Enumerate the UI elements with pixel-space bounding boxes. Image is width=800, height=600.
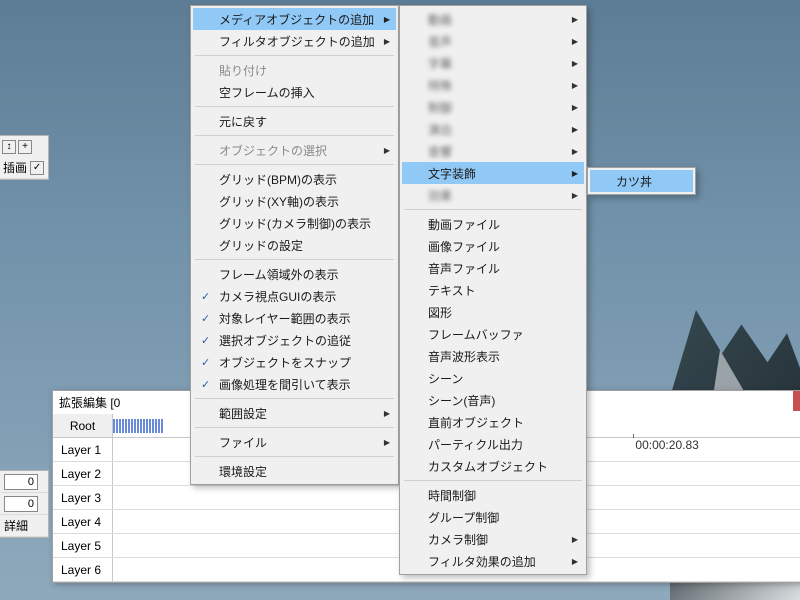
menu-movie-file[interactable]: 動画ファイル	[402, 213, 584, 235]
menu-blurred-item[interactable]: 演出	[402, 118, 584, 140]
menu-audio-file[interactable]: 音声ファイル	[402, 257, 584, 279]
menu-camera-gui[interactable]: カメラ視点GUIの表示	[193, 285, 396, 307]
root-button[interactable]: Root	[53, 414, 113, 437]
menu-particle-output[interactable]: パーティクル出力	[402, 433, 584, 455]
menu-katsudon[interactable]: カツ丼	[590, 170, 693, 192]
menu-shape[interactable]: 図形	[402, 301, 584, 323]
menu-custom-object[interactable]: カスタムオブジェクト	[402, 455, 584, 477]
menu-environment-settings[interactable]: 環境設定	[193, 460, 396, 482]
menu-insert-empty-frame[interactable]: 空フレームの挿入	[193, 81, 396, 103]
layer-label[interactable]: Layer 4	[53, 510, 113, 533]
tool-panel: ↕ + 插画 ✓	[0, 135, 49, 180]
menu-group-control[interactable]: グループ制御	[402, 506, 584, 528]
menu-blurred-item[interactable]: 動画	[402, 8, 584, 30]
menu-layer-range[interactable]: 対象レイヤー範囲の表示	[193, 307, 396, 329]
value-panel: 0 0 詳細	[0, 470, 49, 538]
menu-time-control[interactable]: 時間制御	[402, 484, 584, 506]
menu-image-thinning[interactable]: 画像処理を間引いて表示	[193, 373, 396, 395]
menu-text-decoration[interactable]: 文字装飾	[402, 162, 584, 184]
menu-grid-settings[interactable]: グリッドの設定	[193, 234, 396, 256]
tool-arrows-icon[interactable]: ↕	[2, 140, 16, 154]
context-menu-text-deco: カツ丼	[587, 167, 696, 195]
layer-label[interactable]: Layer 5	[53, 534, 113, 557]
menu-object-select: オブジェクトの選択	[193, 139, 396, 161]
menu-object-snap[interactable]: オブジェクトをスナップ	[193, 351, 396, 373]
menu-blurred-item[interactable]: 効果	[402, 184, 584, 206]
menu-previous-object[interactable]: 直前オブジェクト	[402, 411, 584, 433]
menu-selection-follow[interactable]: 選択オブジェクトの追従	[193, 329, 396, 351]
tool-plus-icon[interactable]: +	[18, 140, 32, 154]
panel-checkbox[interactable]: ✓	[30, 161, 44, 175]
window-title: 拡張編集 [0	[59, 394, 120, 411]
menu-grid-camera[interactable]: グリッド(カメラ制御)の表示	[193, 212, 396, 234]
menu-paste: 貼り付け	[193, 59, 396, 81]
menu-text[interactable]: テキスト	[402, 279, 584, 301]
menu-audio-waveform[interactable]: 音声波形表示	[402, 345, 584, 367]
value-input-2[interactable]: 0	[4, 496, 38, 512]
context-menu-media: 動画 音声 字幕 特殊 制御 演出 音響 文字装飾 効果 動画ファイル 画像ファ…	[399, 5, 587, 575]
value-input-1[interactable]: 0	[4, 474, 38, 490]
menu-add-filter-object[interactable]: フィルタオブジェクトの追加	[193, 30, 396, 52]
menu-frame-buffer[interactable]: フレームバッファ	[402, 323, 584, 345]
close-icon[interactable]: ✕	[793, 391, 800, 411]
menu-blurred-item[interactable]: 音声	[402, 30, 584, 52]
menu-scene[interactable]: シーン	[402, 367, 584, 389]
menu-undo[interactable]: 元に戻す	[193, 110, 396, 132]
menu-camera-control[interactable]: カメラ制御	[402, 528, 584, 550]
menu-add-filter-effect[interactable]: フィルタ効果の追加	[402, 550, 584, 572]
menu-scene-audio[interactable]: シーン(音声)	[402, 389, 584, 411]
menu-grid-xy[interactable]: グリッド(XY軸)の表示	[193, 190, 396, 212]
layer-label[interactable]: Layer 3	[53, 486, 113, 509]
menu-range-settings[interactable]: 範囲設定	[193, 402, 396, 424]
context-menu-main: メディアオブジェクトの追加 フィルタオブジェクトの追加 貼り付け 空フレームの挿…	[190, 5, 399, 485]
menu-blurred-item[interactable]: 制御	[402, 96, 584, 118]
detail-button[interactable]: 詳細	[4, 517, 28, 534]
menu-frame-outside[interactable]: フレーム領域外の表示	[193, 263, 396, 285]
layer-label[interactable]: Layer 1	[53, 438, 113, 461]
layer-label[interactable]: Layer 2	[53, 462, 113, 485]
menu-image-file[interactable]: 画像ファイル	[402, 235, 584, 257]
menu-blurred-item[interactable]: 字幕	[402, 52, 584, 74]
layer-label[interactable]: Layer 6	[53, 558, 113, 581]
panel-label: 插画	[3, 159, 27, 176]
menu-blurred-item[interactable]: 音響	[402, 140, 584, 162]
menu-blurred-item[interactable]: 特殊	[402, 74, 584, 96]
menu-add-media-object[interactable]: メディアオブジェクトの追加	[193, 8, 396, 30]
menu-file[interactable]: ファイル	[193, 431, 396, 453]
menu-grid-bpm[interactable]: グリッド(BPM)の表示	[193, 168, 396, 190]
